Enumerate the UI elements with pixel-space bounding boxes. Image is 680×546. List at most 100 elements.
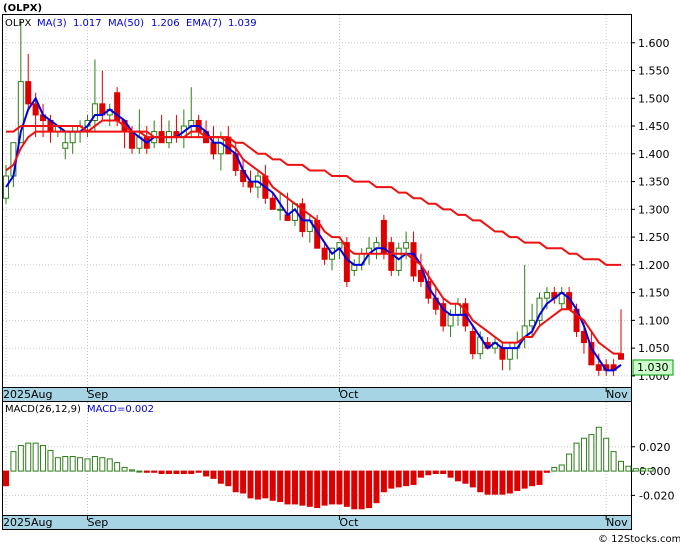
last-price-value: 1.030	[637, 361, 669, 374]
legend-ticker: OLPX	[5, 18, 31, 29]
macd-bar-negative	[343, 470, 350, 507]
legend-ma50-label: MA(50)	[108, 18, 144, 29]
macd-bar-positive	[618, 460, 624, 472]
macd-bar-negative	[484, 470, 491, 495]
macd-bar-negative	[432, 470, 439, 475]
macd-bar-negative	[469, 470, 476, 488]
macd-bar-negative	[299, 470, 306, 506]
macd-bar-negative	[217, 470, 224, 484]
macd-bar-negative	[543, 470, 550, 473]
macd-bar-negative	[158, 470, 165, 475]
macd-bar-positive	[573, 442, 580, 472]
macd-bar-negative	[447, 470, 454, 478]
macd-bar-positive	[632, 468, 639, 472]
macd-bar-positive	[566, 453, 573, 472]
macd-y-tick-label: 0.020	[639, 441, 671, 454]
macd-bar-positive	[551, 466, 558, 472]
macd-bar-negative	[262, 470, 269, 499]
macd-label: MACD(26,12,9)	[5, 404, 81, 415]
price-y-tick-label: 1.400	[638, 148, 670, 161]
legend-ma50-value: 1.206	[151, 18, 180, 29]
candle-up	[543, 292, 550, 299]
candle-up	[403, 242, 410, 249]
macd-bar-negative	[477, 470, 484, 493]
macd-bar-negative	[232, 470, 239, 493]
macd-bar-negative	[321, 470, 328, 506]
macd-bar-positive	[32, 442, 39, 472]
macd-bar-negative	[417, 470, 424, 478]
price-y-tick-label: 1.350	[638, 176, 670, 189]
price-y-tick-label: 1.200	[638, 259, 670, 272]
macd-bar-negative	[536, 470, 543, 485]
macd-y-tick-label: 0.000	[639, 465, 671, 478]
macd-bar-positive	[62, 455, 69, 472]
legend-ema7-label: EMA(7)	[186, 18, 222, 29]
price-y-tick-label: 1.450	[638, 120, 670, 133]
macd-bar-positive	[17, 445, 24, 472]
price-y-tick-label: 1.300	[638, 203, 670, 216]
macd-bar-positive	[610, 451, 617, 472]
macd-y-tick-label: -0.020	[639, 489, 674, 502]
price-y-tick-label: 1.100	[638, 314, 670, 327]
candle-down	[210, 142, 217, 155]
legend-ema7-value: 1.039	[228, 18, 257, 29]
legend-ma3-label: MA(3)	[37, 18, 67, 29]
macd-bar-negative	[388, 470, 395, 489]
macd-bar-positive	[40, 445, 47, 472]
candle-down	[595, 364, 602, 371]
macd-bar-negative	[329, 470, 336, 505]
macd-bar-negative	[314, 470, 321, 509]
macd-bar-negative	[514, 470, 521, 492]
macd-x-tick-label: Oct	[339, 516, 359, 529]
macd-bar-negative	[195, 470, 202, 473]
macd-bar-negative	[173, 470, 180, 475]
price-x-tick-label: Nov	[606, 388, 628, 401]
macd-bar-negative	[240, 470, 247, 494]
macd-bar-negative	[277, 470, 284, 502]
macd-bar-negative	[358, 470, 365, 510]
price-y-tick-label: 1.150	[638, 287, 670, 300]
macd-bar-positive	[647, 468, 654, 472]
candle-down	[269, 197, 276, 210]
macd-bar-negative	[380, 470, 387, 493]
macd-bar-negative	[499, 470, 506, 495]
macd-bar-negative	[403, 470, 410, 487]
macd-bar-negative	[529, 470, 536, 487]
macd-bar-positive	[84, 458, 91, 472]
macd-bar-negative	[395, 470, 402, 488]
macd-bar-negative	[306, 470, 313, 507]
macd-bar-negative	[366, 470, 373, 509]
macd-bar-positive	[558, 464, 565, 472]
macd-bar-negative	[166, 470, 173, 475]
macd-bar-negative	[425, 470, 432, 476]
macd-bar-positive	[588, 434, 595, 472]
macd-bar-negative	[351, 470, 358, 510]
macd-bar-negative	[254, 470, 261, 500]
macd-bar-positive	[625, 465, 632, 472]
price-y-tick-label: 1.250	[638, 231, 670, 244]
candle-down	[469, 330, 476, 355]
macd-bar-positive	[603, 437, 610, 472]
price-x-tick-label: Oct	[339, 388, 359, 401]
macd-bar-positive	[136, 470, 143, 473]
price-y-tick-label: 1.050	[638, 342, 670, 355]
macd-bar-negative	[462, 470, 469, 484]
macd-bar-positive	[128, 469, 135, 472]
watermark: © 12Stocks.com	[598, 534, 680, 545]
macd-bar-negative	[440, 470, 447, 475]
macd-value: MACD=0.002	[87, 404, 154, 415]
macd-bar-negative	[454, 470, 461, 482]
macd-bar-negative	[492, 470, 499, 495]
macd-bar-positive	[47, 449, 54, 472]
macd-bar-positive	[121, 466, 128, 472]
candle-down	[388, 242, 395, 271]
price-y-tick-label: 1.550	[638, 65, 670, 78]
macd-bar-positive	[10, 451, 17, 472]
legend-ma3-value: 1.017	[73, 18, 102, 29]
macd-bar-positive	[640, 468, 647, 472]
price-y-tick-label: 1.500	[638, 92, 670, 105]
macd-bar-negative	[373, 470, 380, 504]
candle-up	[506, 347, 513, 360]
macd-bar-positive	[595, 426, 602, 472]
macd-bar-negative	[410, 470, 417, 485]
